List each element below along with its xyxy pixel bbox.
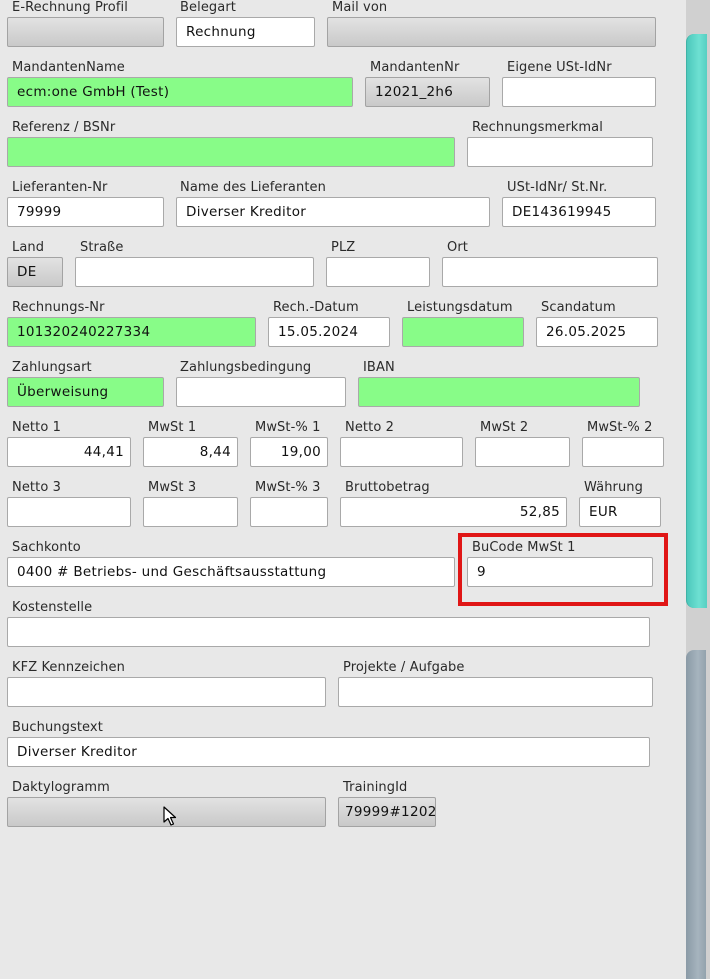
scrollbar-thumb-lower[interactable]: [686, 650, 706, 979]
mwst-pct3-label: MwSt-% 3: [255, 480, 321, 495]
waehrung-field[interactable]: EUR: [579, 497, 661, 527]
lieferant-name-label: Name des Lieferanten: [180, 180, 326, 195]
mwst1-field[interactable]: 8,44: [143, 437, 238, 467]
netto2-label: Netto 2: [345, 420, 394, 435]
mwst3-field[interactable]: [143, 497, 238, 527]
strasse-field[interactable]: [75, 257, 314, 287]
plz-label: PLZ: [331, 240, 356, 255]
mandanten-nr-label: MandantenNr: [370, 60, 460, 75]
mwst2-field[interactable]: [475, 437, 570, 467]
scrollbar-thumb-upper[interactable]: [686, 34, 707, 608]
projekte-field[interactable]: [338, 677, 653, 707]
mwst-pct2-label: MwSt-% 2: [587, 420, 653, 435]
sachkonto-field[interactable]: 0400 # Betriebs- und Geschäftsausstattun…: [7, 557, 455, 587]
mandanten-name-field[interactable]: ecm:one GmbH (Test): [7, 77, 353, 107]
land-label: Land: [12, 240, 45, 255]
eigene-ust-field[interactable]: [502, 77, 656, 107]
mwst-pct1-label: MwSt-% 1: [255, 420, 321, 435]
ort-field[interactable]: [442, 257, 658, 287]
daktylogramm-label: Daktylogramm: [12, 780, 110, 795]
ort-label: Ort: [447, 240, 468, 255]
mwst2-label: MwSt 2: [480, 420, 529, 435]
netto3-field[interactable]: [7, 497, 131, 527]
bruttobetrag-label: Bruttobetrag: [345, 480, 430, 495]
bucode-highlight-box: [458, 533, 668, 606]
rechnungs-nr-field[interactable]: 101320240227334: [7, 317, 256, 347]
mwst-pct2-field[interactable]: [582, 437, 664, 467]
mandanten-name-label: MandantenName: [12, 60, 125, 75]
eigene-ust-label: Eigene USt-IdNr: [507, 60, 612, 75]
netto1-label: Netto 1: [12, 420, 61, 435]
mail-von-label: Mail von: [332, 0, 388, 15]
land-field[interactable]: DE: [7, 257, 63, 287]
belegart-field[interactable]: Rechnung: [176, 17, 315, 47]
lieferanten-nr-label: Lieferanten-Nr: [12, 180, 108, 195]
training-id-field[interactable]: 79999#1202: [338, 797, 436, 827]
iban-field[interactable]: [358, 377, 640, 407]
lieferanten-nr-field[interactable]: 79999: [7, 197, 164, 227]
scandatum-field[interactable]: 26.05.2025: [536, 317, 658, 347]
rechnungsmerkmal-label: Rechnungsmerkmal: [472, 120, 603, 135]
leistungsdatum-label: Leistungsdatum: [407, 300, 513, 315]
mouse-cursor-icon: [163, 806, 177, 826]
sachkonto-label: Sachkonto: [12, 540, 81, 555]
mwst3-label: MwSt 3: [148, 480, 197, 495]
mwst-pct1-field[interactable]: 19,00: [250, 437, 328, 467]
erechnung-profil-field[interactable]: [7, 17, 164, 47]
projekte-label: Projekte / Aufgabe: [343, 660, 465, 675]
scandatum-label: Scandatum: [541, 300, 616, 315]
zahlungsart-field[interactable]: Überweisung: [7, 377, 164, 407]
netto2-field[interactable]: [340, 437, 463, 467]
buchungstext-field[interactable]: Diverser Kreditor: [7, 737, 650, 767]
referenz-label: Referenz / BSNr: [12, 120, 116, 135]
lieferant-name-field[interactable]: Diverser Kreditor: [176, 197, 490, 227]
belegart-label: Belegart: [180, 0, 236, 15]
kostenstelle-field[interactable]: [7, 617, 650, 647]
referenz-field[interactable]: [7, 137, 455, 167]
ust-stnr-label: USt-IdNr/ St.Nr.: [507, 180, 608, 195]
leistungsdatum-field[interactable]: [402, 317, 524, 347]
rech-datum-label: Rech.-Datum: [273, 300, 359, 315]
netto1-field[interactable]: 44,41: [7, 437, 131, 467]
netto3-label: Netto 3: [12, 480, 61, 495]
strasse-label: Straße: [80, 240, 124, 255]
kostenstelle-label: Kostenstelle: [12, 600, 93, 615]
rechnungsmerkmal-field[interactable]: [467, 137, 653, 167]
waehrung-label: Währung: [584, 480, 644, 495]
erechnung-profil-label: E-Rechnung Profil: [12, 0, 128, 15]
plz-field[interactable]: [326, 257, 430, 287]
kfz-label: KFZ Kennzeichen: [12, 660, 125, 675]
mail-von-field[interactable]: [327, 17, 656, 47]
buchungstext-label: Buchungstext: [12, 720, 103, 735]
rechnungs-nr-label: Rechnungs-Nr: [12, 300, 105, 315]
mandanten-nr-field[interactable]: 12021_2h6: [365, 77, 490, 107]
mwst1-label: MwSt 1: [148, 420, 197, 435]
zahlungsart-label: Zahlungsart: [12, 360, 92, 375]
rech-datum-field[interactable]: 15.05.2024: [268, 317, 390, 347]
zahlungsbedingung-label: Zahlungsbedingung: [180, 360, 312, 375]
mwst-pct3-field[interactable]: [250, 497, 328, 527]
kfz-field[interactable]: [7, 677, 326, 707]
training-id-label: TrainingId: [343, 780, 408, 795]
zahlungsbedingung-field[interactable]: [176, 377, 346, 407]
iban-label: IBAN: [363, 360, 395, 375]
ust-stnr-field[interactable]: DE143619945: [502, 197, 656, 227]
bruttobetrag-field[interactable]: 52,85: [340, 497, 567, 527]
